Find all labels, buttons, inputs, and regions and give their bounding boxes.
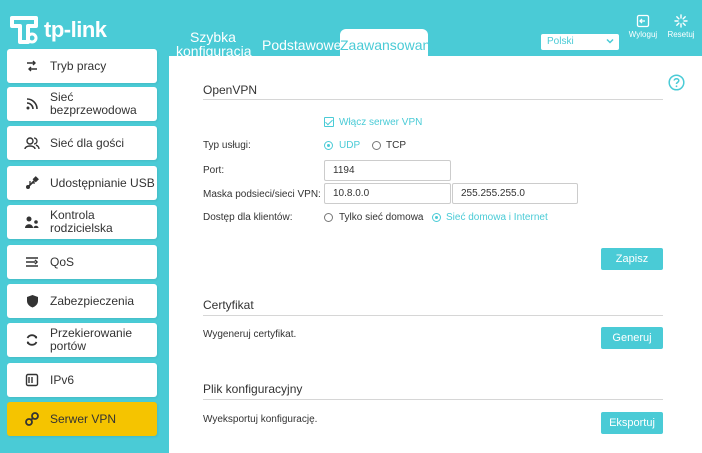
enable-vpn-checkbox[interactable]	[324, 117, 334, 127]
sidebar-item-qos[interactable]: QoS	[7, 245, 157, 279]
sidebar-item-label: IPv6	[50, 372, 75, 387]
usb-icon	[24, 175, 40, 191]
sidebar-item-wireless[interactable]: Sieć bezprzewodowa	[7, 87, 157, 121]
section-divider	[203, 99, 663, 100]
openvpn-title: OpenVPN	[203, 83, 258, 97]
ipv6-icon	[24, 372, 40, 388]
reset-label: Resetuj	[667, 30, 695, 39]
tcp-radio[interactable]	[372, 141, 381, 150]
enable-vpn-label: Włącz serwer VPN	[339, 117, 423, 128]
vpn-icon	[24, 411, 40, 427]
reset-button[interactable]: Resetuj	[664, 14, 698, 39]
sidebar-item-label: Zabezpieczenia	[50, 293, 135, 308]
sidebar-item-security[interactable]: Zabezpieczenia	[7, 284, 157, 318]
logo-text: tp-link	[44, 17, 107, 42]
netmask-input[interactable]	[452, 183, 578, 204]
sidebar-item-label: Przekierowanie portów	[50, 326, 133, 353]
client-access-label: Dostęp dla klientów:	[203, 212, 293, 223]
sidebar-item-label: Sieć dla gości	[50, 135, 125, 150]
port-forwarding-icon	[24, 332, 40, 348]
certificate-desc: Wygeneruj certyfikat.	[203, 329, 297, 340]
home-network-only-label: Tylko sieć domowa	[339, 212, 424, 223]
save-button[interactable]: Zapisz	[601, 248, 663, 270]
qos-icon	[24, 254, 40, 270]
sidebar-item-label: Tryb pracy	[50, 58, 107, 73]
logout-button[interactable]: Wyloguj	[626, 14, 660, 39]
certificate-title: Certyfikat	[203, 298, 254, 312]
operation-mode-icon	[24, 58, 40, 74]
tab-basic[interactable]: Podstawowe	[262, 37, 341, 53]
logout-icon	[636, 14, 650, 28]
parental-control-icon	[24, 214, 40, 230]
sidebar-item-label: Serwer VPN	[50, 411, 117, 426]
sidebar-item-parental-control[interactable]: Kontrola rodzicielska	[7, 205, 157, 239]
chevron-down-icon	[606, 38, 614, 44]
sidebar-item-ipv6[interactable]: IPv6	[7, 363, 157, 397]
config-file-desc: Wyeksportuj konfigurację.	[203, 414, 318, 425]
sidebar-item-operation-mode[interactable]: Tryb pracy	[7, 49, 157, 83]
tcp-label: TCP	[386, 140, 406, 151]
home-and-internet-radio[interactable]	[432, 213, 441, 222]
home-network-only-radio[interactable]	[324, 213, 333, 222]
port-label: Port:	[203, 165, 225, 176]
top-header: tp-link Szybka konfiguracja Podstawowe Z…	[0, 0, 702, 58]
shield-icon	[24, 293, 40, 309]
subnet-input[interactable]	[324, 183, 451, 204]
service-type-label: Typ usługi:	[203, 140, 251, 151]
sidebar-item-port-forwarding[interactable]: Przekierowanie portów	[7, 323, 157, 357]
home-and-internet-label: Sieć domowa i Internet	[446, 212, 548, 223]
port-input[interactable]	[324, 160, 451, 181]
guest-network-icon	[24, 135, 40, 151]
generate-button[interactable]: Generuj	[601, 327, 663, 349]
sidebar-item-label: Udostępnianie USB	[50, 175, 155, 190]
udp-radio[interactable]	[324, 141, 333, 150]
section-divider	[203, 399, 663, 400]
language-select[interactable]: Polski	[541, 34, 619, 50]
tab-quick-setup[interactable]: Szybka konfiguracja	[176, 30, 252, 58]
help-icon[interactable]	[668, 74, 685, 91]
sidebar-item-label: QoS	[50, 254, 75, 269]
sidebar-item-guest-network[interactable]: Sieć dla gości	[7, 126, 157, 160]
udp-label: UDP	[339, 140, 361, 151]
section-divider	[203, 315, 663, 316]
export-button[interactable]: Eksportuj	[601, 412, 663, 434]
sidebar-item-vpn-server[interactable]: Serwer VPN	[7, 402, 157, 436]
sidebar: Tryb pracy Sieć bezprzewodowa Sieć dla g…	[0, 49, 160, 453]
sidebar-item-label: Kontrola rodzicielska	[50, 208, 113, 235]
tab-advanced[interactable]: Zaawansowane	[340, 29, 438, 56]
language-value: Polski	[547, 36, 574, 47]
wireless-icon	[24, 96, 40, 112]
sidebar-item-usb-sharing[interactable]: Udostępnianie USB	[7, 166, 157, 200]
tp-link-logo[interactable]: tp-link	[8, 14, 107, 46]
reset-icon	[674, 14, 688, 28]
config-file-title: Plik konfiguracyjny	[203, 382, 303, 396]
logout-label: Wyloguj	[628, 30, 658, 39]
sidebar-item-label: Sieć bezprzewodowa	[50, 90, 137, 117]
tp-link-logo-icon	[10, 16, 38, 44]
subnet-label: Maska podsieci/sieci VPN:	[203, 189, 321, 200]
